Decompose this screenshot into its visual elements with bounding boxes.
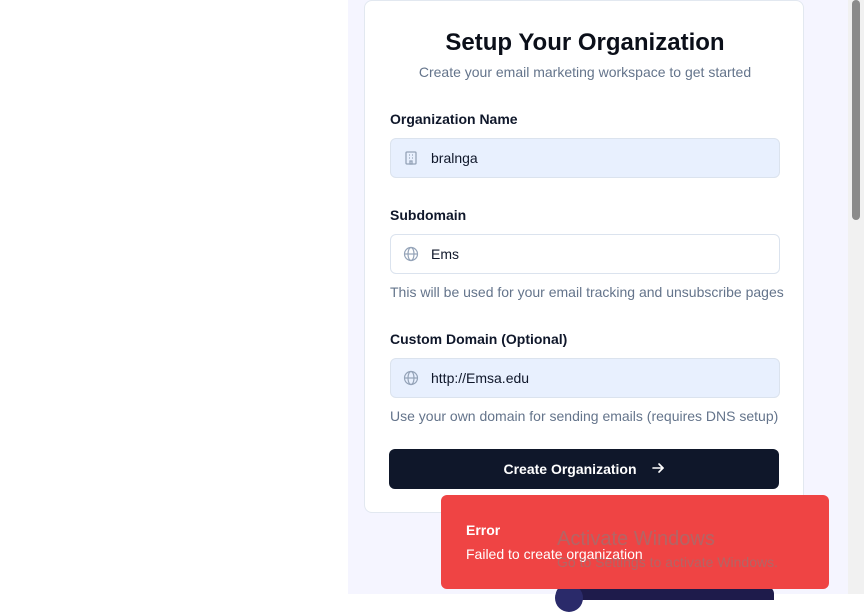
subdomain-help-text: This will be used for your email trackin…: [390, 284, 784, 300]
subdomain-label: Subdomain: [390, 207, 467, 223]
custom-domain-input[interactable]: [431, 359, 761, 397]
setup-organization-card: Setup Your Organization Create your emai…: [364, 0, 804, 513]
subdomain-field[interactable]: [390, 234, 780, 274]
org-name-label: Organization Name: [390, 111, 518, 127]
create-organization-button[interactable]: Create Organization: [389, 449, 779, 489]
org-name-field[interactable]: [390, 138, 780, 178]
subdomain-input[interactable]: [431, 235, 761, 273]
left-pane: [0, 0, 348, 594]
scrollbar-thumb[interactable]: [852, 0, 860, 220]
scrollbar[interactable]: [848, 0, 864, 594]
create-organization-label: Create Organization: [503, 461, 637, 477]
custom-domain-label: Custom Domain (Optional): [390, 331, 568, 347]
globe-icon: [403, 246, 419, 262]
toast-title: Error: [466, 522, 501, 538]
org-name-input[interactable]: [431, 139, 761, 177]
custom-domain-help-text: Use your own domain for sending emails (…: [390, 408, 779, 424]
page-subtitle: Create your email marketing workspace to…: [418, 64, 752, 80]
activate-windows-watermark: Activate Windows: [557, 528, 715, 550]
custom-domain-field[interactable]: [390, 358, 780, 398]
building-icon: [403, 150, 419, 166]
page-title: Setup Your Organization: [445, 29, 725, 56]
arrow-right-icon: [651, 461, 665, 478]
activate-windows-subtext: Go to Settings to activate Windows.: [557, 554, 778, 570]
globe-icon: [403, 370, 419, 386]
